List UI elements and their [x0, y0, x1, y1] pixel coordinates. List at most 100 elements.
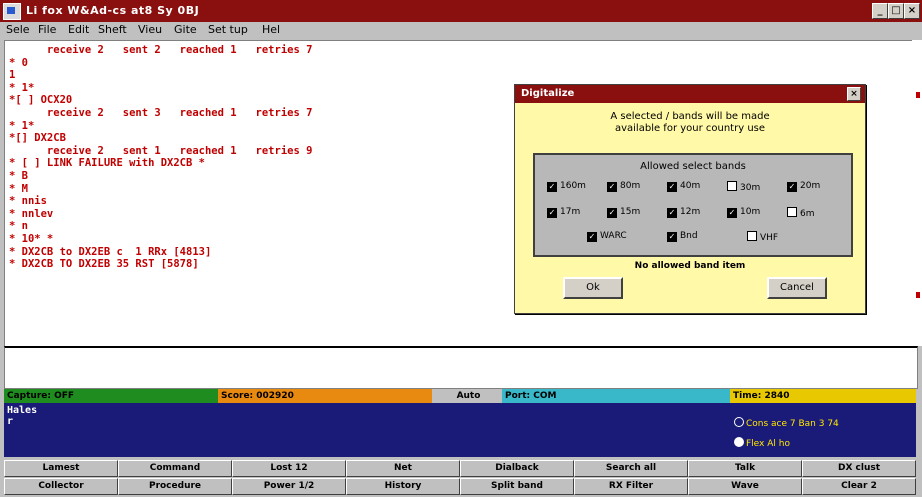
cancel-button[interactable]: Cancel: [767, 277, 827, 299]
checkbox-icon: ✓: [607, 182, 617, 192]
status-capture: Capture: OFF: [4, 389, 218, 403]
scroll-marker: [916, 292, 920, 298]
close-button[interactable]: ×: [904, 3, 920, 19]
menu-item-sheft[interactable]: Sheft: [98, 23, 127, 36]
app-icon[interactable]: [3, 3, 21, 20]
fkey-history[interactable]: History: [346, 478, 460, 495]
menu-item-edit[interactable]: Edit: [68, 23, 89, 36]
dialog-title: Digitalize: [521, 88, 575, 99]
dialog-message-line: available for your country use: [614, 123, 766, 134]
checkbox-6m[interactable]: 6m: [787, 207, 815, 219]
checkbox-icon: ✓: [667, 232, 677, 242]
menu-item-sele[interactable]: Sele: [6, 23, 30, 36]
checkbox-label: 80m: [620, 181, 641, 191]
bands-group-label: Allowed select bands: [640, 161, 746, 172]
maximize-button[interactable]: □: [888, 3, 904, 19]
checkbox-icon: ✓: [587, 232, 597, 242]
radio-option-2[interactable]: Flex Al ho: [734, 437, 790, 449]
log-line: *[] DX2CB: [9, 132, 66, 145]
message-line: r: [7, 416, 14, 427]
dialog-close-icon[interactable]: ×: [847, 87, 861, 101]
radio-label: Cons ace 7 Ban 3 74: [746, 419, 839, 429]
log-line: * 1*: [9, 81, 35, 94]
fkey-search[interactable]: Search all: [574, 460, 688, 477]
fkey-rx-filter[interactable]: RX Filter: [574, 478, 688, 495]
checkbox-icon: ✓: [547, 182, 557, 192]
log-line: receive 2 sent 2 reached 1 retries 7: [9, 44, 313, 56]
checkbox-40m[interactable]: ✓ 40m: [667, 181, 700, 192]
log-line: * DX2CB to DX2EB c 1 RRx [4813]: [9, 245, 212, 258]
fkey-command[interactable]: Command: [118, 460, 232, 477]
menu-item-view[interactable]: Vieu: [138, 23, 162, 36]
status-score: Score: 002920: [218, 389, 432, 403]
checkbox-15m[interactable]: ✓ 15m: [607, 207, 640, 218]
menu-item-file[interactable]: File: [38, 23, 56, 36]
checkbox-20m[interactable]: ✓ 20m: [787, 181, 820, 192]
status-port: Port: COM: [502, 389, 730, 403]
status-mode[interactable]: Auto: [432, 389, 502, 403]
fkey-dx-cluster[interactable]: DX clust: [802, 460, 916, 477]
log-line: * 0: [9, 56, 28, 69]
fkey-wave[interactable]: Wave: [688, 478, 802, 495]
status-time: Time: 2840: [730, 389, 916, 403]
checkbox-label: 12m: [680, 207, 701, 217]
checkbox-17m[interactable]: ✓ 17m: [547, 207, 580, 218]
fkey-clear[interactable]: Clear 2: [802, 478, 916, 495]
checkbox-icon: ✓: [607, 208, 617, 218]
checkbox-icon: [747, 231, 757, 241]
fkey-procedure[interactable]: Procedure: [118, 478, 232, 495]
checkbox-bnd[interactable]: ✓ Bnd: [667, 231, 698, 242]
minimize-button[interactable]: _: [872, 3, 888, 19]
log-line: * 1*: [9, 119, 35, 132]
checkbox-icon: ✓: [667, 208, 677, 218]
fkey-power[interactable]: Power 1/2: [232, 478, 346, 495]
message-pane[interactable]: Hales r: [4, 403, 730, 457]
ok-button[interactable]: Ok: [563, 277, 623, 299]
menu-item-setup[interactable]: Set tup: [208, 23, 248, 36]
title-bar[interactable]: Li fox W&Ad-cs at8 Sy 0BJ _ □ ×: [0, 0, 922, 22]
log-line: * DX2CB TO DX2EB 35 RST [5878]: [9, 258, 199, 271]
fkey-net[interactable]: Net: [346, 460, 460, 477]
window-title: Li fox W&Ad-cs at8 Sy 0BJ: [26, 4, 200, 17]
log-line: * 10* *: [9, 232, 54, 245]
main-window: Li fox W&Ad-cs at8 Sy 0BJ _ □ × Sele Fil…: [0, 0, 922, 497]
menu-item-gite[interactable]: Gite: [174, 23, 197, 36]
radio-icon: [734, 437, 744, 447]
menu-bar: Sele File Edit Sheft Vieu Gite Set tup H…: [0, 22, 922, 38]
fkey-lost[interactable]: Lost 12: [232, 460, 346, 477]
checkbox-icon: ✓: [667, 182, 677, 192]
checkbox-160m[interactable]: ✓ 160m: [547, 181, 586, 192]
message-text: Hales r: [7, 405, 37, 427]
log-line: * B: [9, 169, 28, 182]
scroll-marker: [916, 92, 920, 98]
checkbox-warc[interactable]: ✓ WARC: [587, 231, 627, 242]
dialog-title-bar[interactable]: Digitalize ×: [515, 85, 865, 103]
fkey-lamest[interactable]: Lamest: [4, 460, 118, 477]
dialog-message-line: A selected / bands will be made: [610, 111, 770, 122]
radio-option-1[interactable]: Cons ace 7 Ban 3 74: [734, 417, 839, 429]
fkey-split-band[interactable]: Split band: [460, 478, 574, 495]
log-line: *[ ] OCX20: [9, 94, 73, 107]
checkbox-80m[interactable]: ✓ 80m: [607, 181, 640, 192]
fkey-dialback[interactable]: Dialback: [460, 460, 574, 477]
checkbox-icon: ✓: [787, 182, 797, 192]
log-line: * M: [9, 182, 28, 195]
checkbox-12m[interactable]: ✓ 12m: [667, 207, 700, 218]
checkbox-10m[interactable]: ✓ 10m: [727, 207, 760, 218]
checkbox-label: Bnd: [680, 231, 698, 241]
command-input[interactable]: [4, 346, 918, 389]
log-line: * [ ] LINK FAILURE with DX2CB *: [9, 157, 205, 170]
checkbox-vhf[interactable]: VHF: [747, 231, 778, 243]
checkbox-label: VHF: [760, 233, 779, 243]
radio-label: Flex Al ho: [746, 439, 790, 449]
checkbox-label: WARC: [600, 231, 627, 241]
dialog-message: A selected / bands will be made availabl…: [525, 111, 855, 135]
dialog-footer-text: No allowed band item: [634, 261, 746, 271]
fkey-talk[interactable]: Talk: [688, 460, 802, 477]
checkbox-label: 15m: [620, 207, 641, 217]
checkbox-icon: [787, 207, 797, 217]
vertical-scrollbar[interactable]: [912, 40, 922, 346]
checkbox-30m[interactable]: 30m: [727, 181, 760, 193]
menu-item-help[interactable]: Hel: [262, 23, 280, 36]
fkey-collector[interactable]: Collector: [4, 478, 118, 495]
